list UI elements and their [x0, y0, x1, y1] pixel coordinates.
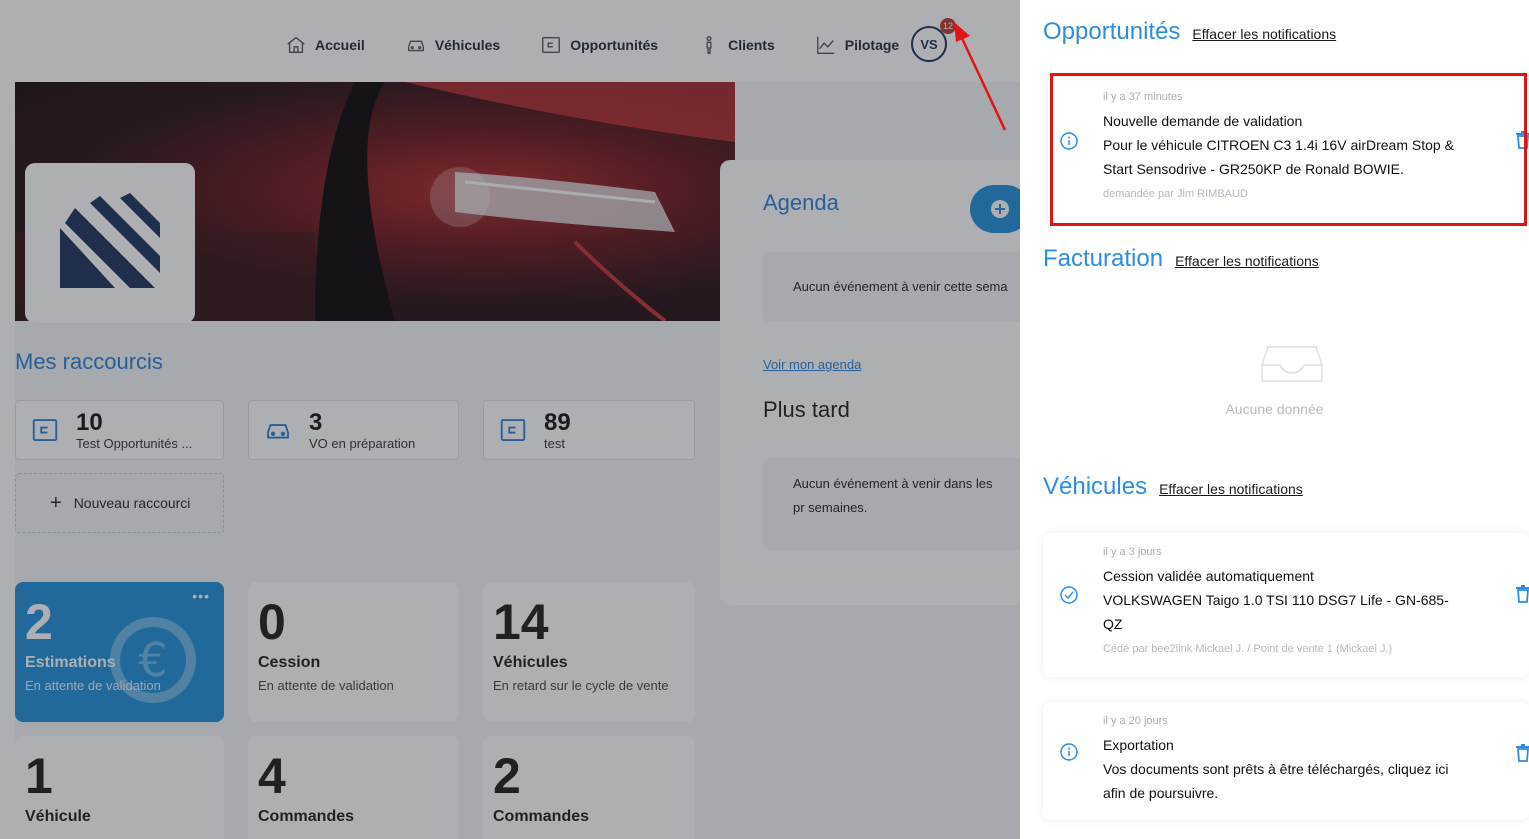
info-icon	[1060, 743, 1078, 761]
section-header-facturation: Facturation Effacer les notifications	[1043, 245, 1319, 273]
notification-body: Vos documents sont prêts à être téléchar…	[1103, 761, 1449, 801]
highlight-annotation-box	[1050, 73, 1527, 226]
modal-overlay[interactable]	[0, 0, 1020, 839]
notification-time: il y a 3 jours	[1103, 546, 1162, 558]
notification-card[interactable]: il y a 3 jours Cession validée automatiq…	[1043, 533, 1529, 677]
clear-notifications-link[interactable]: Effacer les notifications	[1159, 481, 1303, 497]
empty-inbox-icon	[1261, 346, 1323, 382]
notification-card[interactable]: il y a 20 jours Exportation Vos document…	[1043, 702, 1529, 820]
notification-meta: Cédé par bee2link Mickael J. / Point de …	[1103, 643, 1393, 655]
section-title: Facturation	[1043, 245, 1164, 272]
notification-time: il y a 20 jours	[1103, 715, 1168, 727]
section-title: Opportunités	[1043, 18, 1181, 45]
clear-notifications-link[interactable]: Effacer les notifications	[1175, 253, 1319, 269]
section-title: Véhicules	[1043, 473, 1148, 500]
section-header-vehicules: Véhicules Effacer les notifications	[1043, 473, 1303, 501]
section-header-opportunites: Opportunités Effacer les notifications	[1043, 18, 1336, 46]
red-arrow-annotation	[954, 22, 1007, 131]
notification-body: VOLKSWAGEN Taigo 1.0 TSI 110 DSG7 Life -…	[1103, 592, 1449, 632]
trash-icon[interactable]	[1515, 585, 1529, 603]
trash-icon[interactable]	[1515, 744, 1529, 762]
empty-state-text: Aucune donnée	[1225, 401, 1324, 417]
check-circle-icon	[1060, 586, 1078, 604]
clear-notifications-link[interactable]: Effacer les notifications	[1192, 26, 1336, 42]
notification-title: Cession validée automatiquement	[1103, 568, 1314, 584]
notification-title: Exportation	[1103, 737, 1174, 753]
